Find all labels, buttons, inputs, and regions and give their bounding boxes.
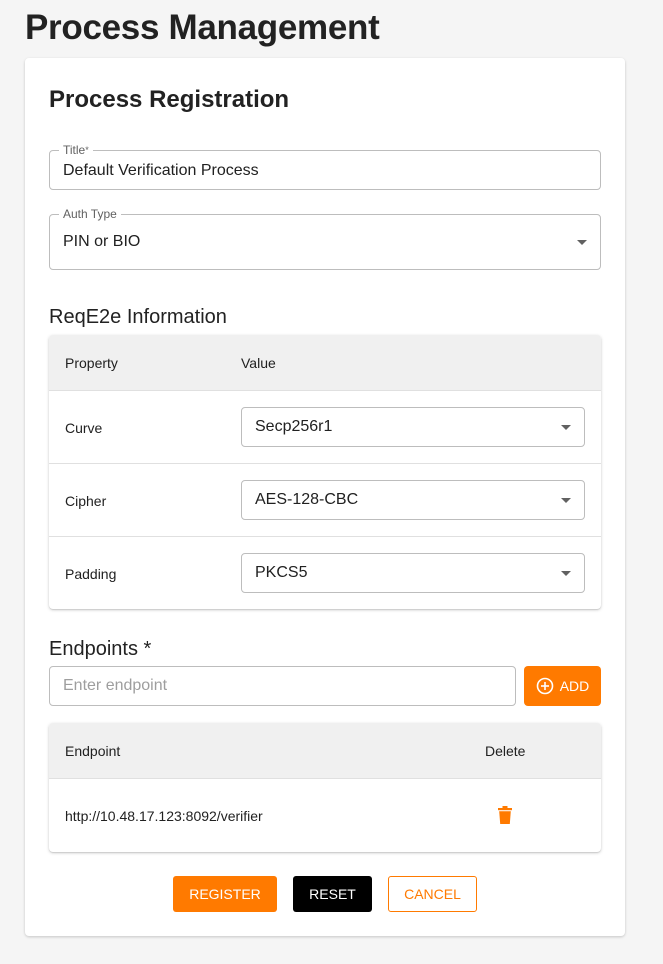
add-circle-icon xyxy=(536,677,554,695)
table-row: Cipher AES-128-CBC xyxy=(49,464,601,537)
chevron-down-icon xyxy=(561,425,571,430)
table-row: http://10.48.17.123:8092/verifier xyxy=(49,779,601,852)
property-curve: Curve xyxy=(65,420,103,436)
header-value: Value xyxy=(241,355,276,371)
table-row: Padding PKCS5 xyxy=(49,537,601,609)
add-endpoint-button[interactable]: ADD xyxy=(524,666,601,706)
title-field-label: Title* xyxy=(59,143,93,157)
register-button[interactable]: REGISTER xyxy=(173,876,277,912)
trash-icon[interactable] xyxy=(498,806,512,829)
table-header: Property Value xyxy=(49,335,601,391)
title-field[interactable]: Title* Default Verification Process xyxy=(49,143,601,190)
padding-value: PKCS5 xyxy=(255,564,308,581)
chevron-down-icon xyxy=(577,240,587,245)
cipher-select[interactable]: AES-128-CBC xyxy=(241,480,585,520)
property-cipher: Cipher xyxy=(65,493,107,509)
add-label: ADD xyxy=(559,678,590,694)
auth-type-label: Auth Type xyxy=(59,207,121,221)
reqe2e-table: Property Value Curve Secp256r1 Cipher AE… xyxy=(49,335,601,609)
auth-type-value: PIN or BIO xyxy=(63,233,141,250)
property-padding: Padding xyxy=(65,566,117,582)
endpoints-table: Endpoint Delete http://10.48.17.123:8092… xyxy=(49,723,601,852)
endpoints-title: Endpoints * xyxy=(49,638,152,660)
table-row: Curve Secp256r1 xyxy=(49,391,601,464)
auth-type-select[interactable]: Auth Type PIN or BIO xyxy=(49,207,601,270)
section-title: Process Registration xyxy=(49,86,290,113)
padding-select[interactable]: PKCS5 xyxy=(241,553,585,593)
endpoint-input[interactable] xyxy=(49,666,516,706)
header-property: Property xyxy=(65,355,118,371)
header-delete: Delete xyxy=(485,743,526,759)
cancel-button[interactable]: CANCEL xyxy=(388,876,477,912)
endpoint-url: http://10.48.17.123:8092/verifier xyxy=(65,808,263,824)
chevron-down-icon xyxy=(561,498,571,503)
curve-value: Secp256r1 xyxy=(255,418,333,435)
page-title: Process Management xyxy=(25,8,380,47)
table-header: Endpoint Delete xyxy=(49,723,601,779)
registration-card: Process Registration Title* Default Veri… xyxy=(25,58,625,936)
title-field-value: Default Verification Process xyxy=(63,162,259,179)
reqe2e-title: ReqE2e Information xyxy=(49,306,227,328)
header-endpoint: Endpoint xyxy=(65,743,121,759)
cipher-value: AES-128-CBC xyxy=(255,491,359,508)
chevron-down-icon xyxy=(561,571,571,576)
curve-select[interactable]: Secp256r1 xyxy=(241,407,585,447)
reset-button[interactable]: RESET xyxy=(293,876,372,912)
